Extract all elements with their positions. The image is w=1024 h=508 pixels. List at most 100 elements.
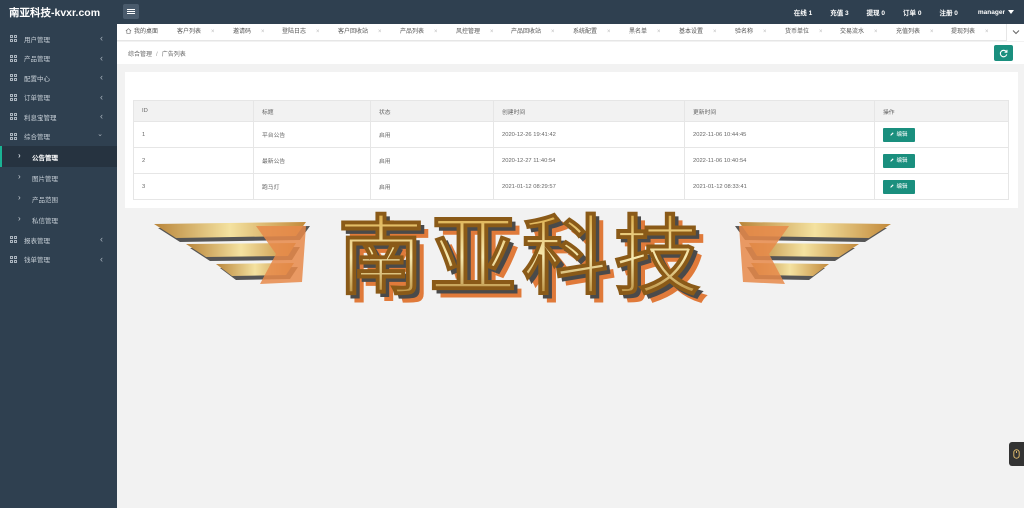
sidebar-subitem-product-range[interactable]: › 产品范围 — [0, 188, 117, 209]
breadcrumb-bar: 综合管理 / 广告列表 — [117, 42, 1024, 64]
sidebar-item-users[interactable]: 用户管理 ‹ — [0, 29, 117, 49]
support-widget[interactable] — [1009, 442, 1024, 466]
stat-register[interactable]: 注册 0 — [939, 7, 957, 17]
chevron-right-icon: › — [18, 172, 21, 181]
cell-status: 启用 — [370, 121, 494, 148]
close-icon[interactable]: × — [551, 29, 555, 35]
stat-orders[interactable]: 订单 0 — [903, 7, 921, 17]
close-icon[interactable]: × — [930, 29, 934, 35]
banner-text: 南亚科技 — [338, 207, 706, 307]
close-icon[interactable]: × — [985, 29, 989, 35]
content-panel: ID 标题 状态 创建时间 更新时间 操作 1 平台公告 启用 2020-12-… — [125, 72, 1018, 208]
top-header: 南亚科技-kvxr.com 在线 1 充值 3 提现 0 订单 0 注册 0 m… — [0, 0, 1024, 24]
close-icon[interactable]: × — [316, 29, 320, 35]
brand-title[interactable]: 南亚科技-kvxr.com — [9, 5, 100, 20]
pencil-icon — [890, 131, 895, 136]
chevron-right-icon: › — [18, 214, 21, 223]
tab-basic-settings[interactable]: 基本设置 × — [679, 24, 717, 41]
sidebar-item-config[interactable]: 配置中心 ‹ — [0, 68, 117, 88]
user-menu[interactable]: manager — [978, 9, 1014, 16]
tab-recharge-list[interactable]: 充值列表 × — [896, 24, 934, 41]
edit-button[interactable]: 编辑 — [883, 179, 915, 194]
cell-id: 2 — [133, 147, 254, 174]
close-icon[interactable]: × — [211, 29, 215, 35]
tab-desktop[interactable]: 我的桌面 — [125, 24, 158, 41]
chevron-left-icon: ‹ — [100, 111, 103, 121]
grid-icon — [10, 54, 17, 62]
tab-currency[interactable]: 货币单位 × — [785, 24, 823, 41]
edit-button[interactable]: 编辑 — [883, 127, 915, 142]
menu-toggle-button[interactable] — [123, 4, 139, 19]
header-stats: 在线 1 充值 3 提现 0 订单 0 注册 0 manager — [776, 0, 1014, 24]
cell-updated: 2021-01-12 08:33:41 — [684, 173, 875, 200]
tab-more-button[interactable] — [1006, 24, 1024, 41]
sidebar-subitem-announcements[interactable]: › 公告管理 — [0, 146, 117, 167]
sidebar-item-label: 产品管理 — [24, 56, 50, 64]
tab-login-logs[interactable]: 登陆日志 × — [282, 24, 320, 41]
close-icon[interactable]: × — [490, 29, 494, 35]
chevron-left-icon: ‹ — [100, 91, 103, 102]
tab-customer-recycle[interactable]: 客户回收站 × — [338, 24, 382, 41]
tab-risk-control[interactable]: 风控管理 × — [456, 24, 494, 41]
pencil-icon — [890, 183, 895, 188]
grid-icon — [10, 35, 17, 42]
sidebar-item-label: 利息宝管理 — [24, 114, 57, 122]
sidebar-item-orders[interactable]: 订单管理 ‹ — [0, 88, 117, 108]
stat-recharge[interactable]: 充值 3 — [830, 7, 848, 17]
breadcrumb-parent[interactable]: 综合管理 — [128, 52, 152, 58]
column-header-updated: 更新时间 — [684, 100, 875, 122]
tab-transactions[interactable]: 交易流水 × — [840, 24, 878, 41]
sidebar-item-interest[interactable]: 利息宝管理 ‹ — [0, 107, 117, 127]
sidebar-item-label: 公告管理 — [32, 154, 58, 162]
sidebar-subitem-messages[interactable]: › 私信管理 — [0, 209, 117, 230]
support-icon — [1013, 449, 1020, 459]
cell-updated: 2022-11-06 10:44:45 — [684, 121, 875, 148]
sidebar-item-products[interactable]: 产品管理 ‹ — [0, 49, 117, 69]
stat-withdraw[interactable]: 提现 0 — [867, 7, 885, 17]
column-header-status: 状态 — [370, 100, 494, 122]
close-icon[interactable]: × — [874, 29, 878, 35]
cell-status: 启用 — [370, 173, 494, 200]
pencil-icon — [890, 157, 895, 162]
tab-blacklist[interactable]: 黑名单 × — [629, 24, 661, 41]
cell-id: 1 — [133, 121, 254, 148]
sidebar-item-wallets[interactable]: 钱单管理 ‹ — [0, 250, 117, 270]
breadcrumb-current: 广告列表 — [161, 52, 186, 58]
breadcrumb: 综合管理 / 广告列表 — [128, 52, 186, 58]
close-icon[interactable]: × — [657, 29, 661, 35]
chevron-left-icon: ‹ — [100, 234, 103, 244]
tab-invite-codes[interactable]: 邀请码 × — [233, 24, 265, 41]
sidebar-item-label: 钱单管理 — [24, 257, 50, 265]
sidebar-item-label: 订单管理 — [24, 95, 50, 103]
close-icon[interactable]: × — [607, 29, 611, 35]
close-icon[interactable]: × — [261, 29, 265, 35]
close-icon[interactable]: × — [378, 29, 382, 35]
announcement-table: ID 标题 状态 创建时间 更新时间 操作 1 平台公告 启用 2020-12-… — [133, 100, 1009, 200]
wing-right-icon — [735, 222, 891, 284]
tab-product-recycle[interactable]: 产品回收站 × — [511, 24, 555, 41]
sidebar-item-general[interactable]: 综合管理 ⌄ — [0, 127, 117, 147]
sidebar-item-label: 用户管理 — [24, 36, 50, 44]
tab-system-config[interactable]: 系统配置 × — [573, 24, 611, 41]
cell-title: 最新公告 — [253, 147, 371, 174]
stat-online[interactable]: 在线 1 — [794, 7, 812, 17]
refresh-button[interactable] — [994, 45, 1013, 61]
tab-name-verify[interactable]: 验名称 × — [735, 24, 767, 41]
caret-down-icon — [1008, 9, 1014, 14]
tab-bar: 我的桌面 客户列表 × 邀请码 × 登陆日志 × 客户回收站 × 产品列表 × 风控管理 ×… — [117, 24, 1024, 41]
grid-icon — [10, 132, 17, 140]
cell-id: 3 — [133, 173, 254, 200]
wing-left-icon — [154, 222, 310, 284]
home-icon — [125, 28, 132, 34]
close-icon[interactable]: × — [819, 29, 823, 35]
sidebar-subitem-images[interactable]: › 图片管理 — [0, 167, 117, 188]
tab-customers[interactable]: 客户列表 × — [177, 24, 215, 41]
close-icon[interactable]: × — [763, 29, 767, 35]
column-header-title: 标题 — [253, 100, 371, 122]
tab-products[interactable]: 产品列表 × — [400, 24, 438, 41]
sidebar-item-reports[interactable]: 报表管理 ‹ — [0, 230, 117, 250]
close-icon[interactable]: × — [434, 29, 438, 35]
close-icon[interactable]: × — [713, 29, 717, 35]
tab-withdraw-list[interactable]: 提现列表 × — [951, 24, 989, 41]
edit-button[interactable]: 编辑 — [883, 153, 915, 168]
